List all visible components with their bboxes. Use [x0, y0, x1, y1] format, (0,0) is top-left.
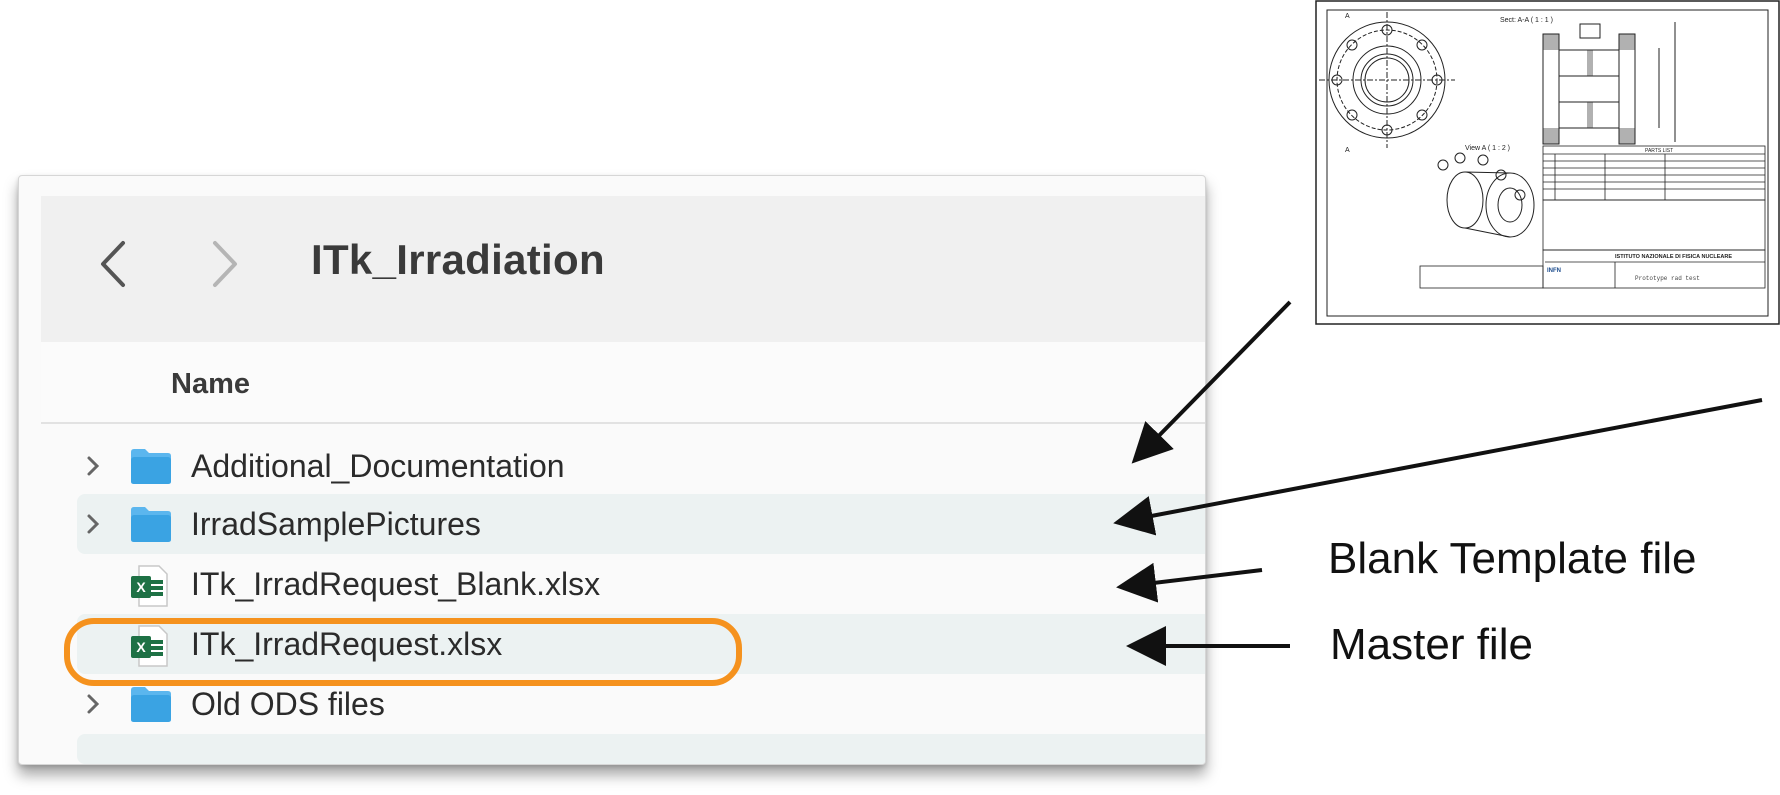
arrow-to-pictures [1113, 398, 1763, 536]
arrow-to-blank [1116, 562, 1263, 603]
blank-template-label: Blank Template file [1328, 534, 1697, 583]
annotation-arrows [1113, 300, 1763, 666]
master-file-label: Master file [1330, 620, 1533, 669]
arrow-drawing-to-docs [1131, 300, 1292, 464]
